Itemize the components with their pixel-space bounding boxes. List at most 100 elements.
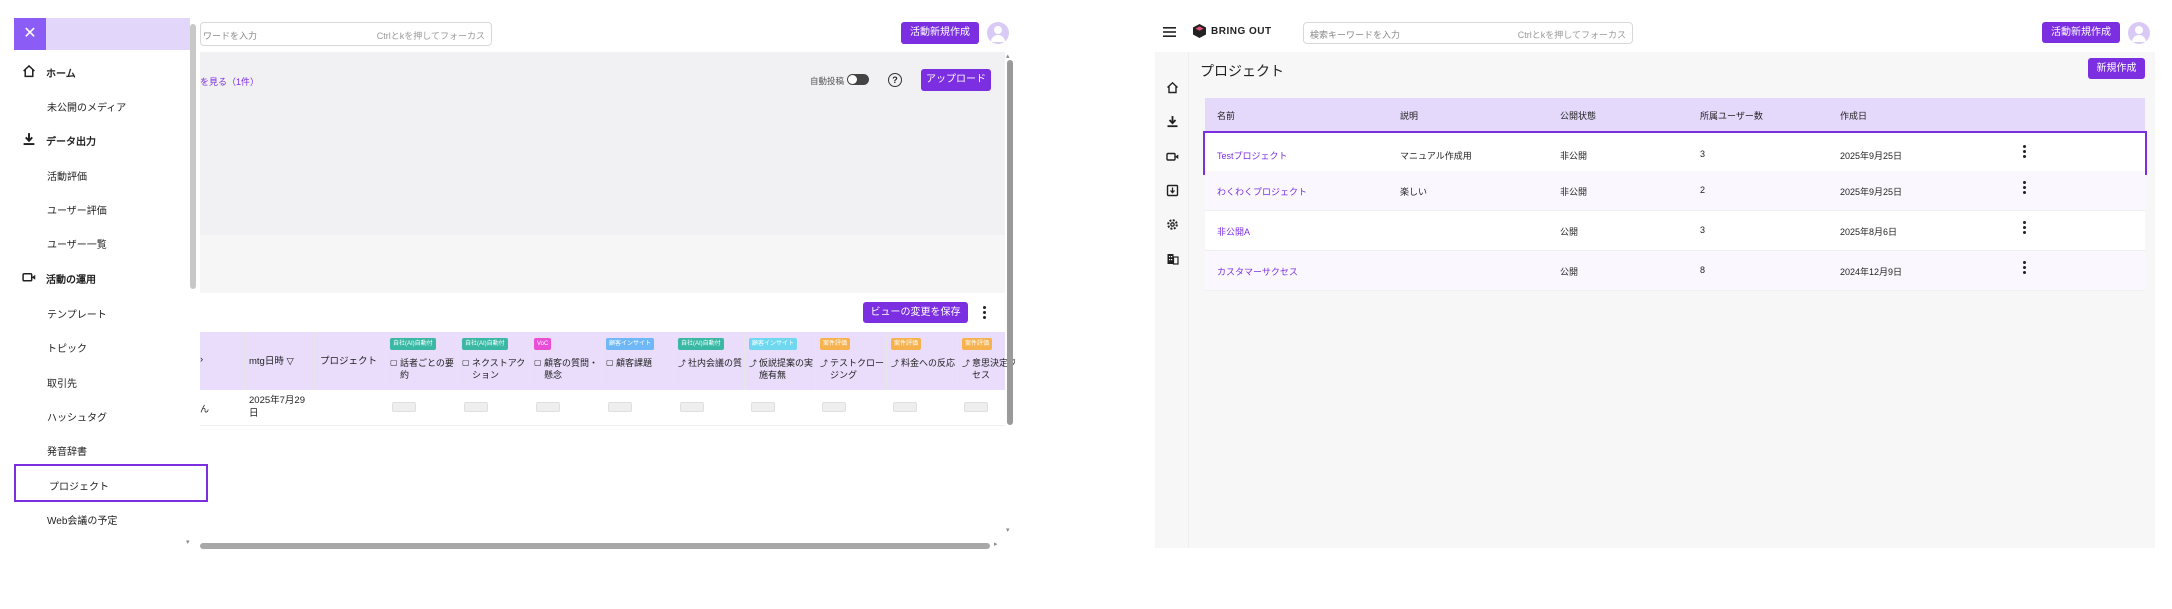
sidebar-item[interactable]: データ出力 xyxy=(14,126,190,152)
cell-placeholder[interactable] xyxy=(893,402,917,412)
cell-placeholder[interactable] xyxy=(822,402,846,412)
cell-placeholder[interactable] xyxy=(680,402,704,412)
video-icon xyxy=(22,270,36,284)
project-visibility: 公開 xyxy=(1560,267,1579,277)
sidebar-item[interactable]: 未公開のメディア xyxy=(14,92,190,118)
brand-logo-icon xyxy=(1193,24,1206,38)
search-shortcut-hint: Ctrlとkを押してフォーカス xyxy=(1517,30,1626,40)
sidebar-item-label: 未公開のメディア xyxy=(47,103,127,114)
save-view-button[interactable]: ビューの変更を保存 xyxy=(863,302,968,323)
sidebar-scrollbar[interactable] xyxy=(190,24,196,289)
home-icon[interactable] xyxy=(1166,81,1179,94)
scroll-down-arrow-icon[interactable]: ▾ xyxy=(1006,526,1010,534)
project-name-link[interactable]: Testプロジェクト xyxy=(1217,149,1288,162)
sidebar-item[interactable]: 活動の運用 xyxy=(14,264,190,290)
column-header[interactable]: 顧客課題 xyxy=(616,357,674,369)
column-header-mtg-date[interactable]: mtg日時 ▽ xyxy=(249,356,294,368)
cell-placeholder[interactable] xyxy=(464,402,488,412)
project-name-link[interactable]: 非公開A xyxy=(1217,225,1250,238)
menu-icon[interactable] xyxy=(1163,26,1176,38)
building-icon[interactable] xyxy=(1166,252,1179,265)
scroll-right-arrow-icon[interactable]: ▸ xyxy=(994,540,998,548)
table-row[interactable] xyxy=(200,390,1005,426)
sidebar-item[interactable]: 発音辞書 xyxy=(14,436,190,462)
project-name-link[interactable]: カスタマーサクセス xyxy=(1217,265,1298,278)
auto-post-toggle[interactable] xyxy=(847,74,869,85)
sidebar-item[interactable]: ハッシュタグ xyxy=(14,402,190,428)
column-header-description[interactable]: 説明 xyxy=(1400,109,1418,122)
sidebar-item-label: ハッシュタグ xyxy=(47,413,107,424)
horizontal-scrollbar[interactable] xyxy=(200,543,990,549)
download-icon[interactable] xyxy=(1166,115,1179,128)
new-activity-button[interactable]: 活動新規作成 xyxy=(901,22,979,44)
row-menu-icon[interactable] xyxy=(2023,181,2026,196)
close-icon[interactable]: ✕ xyxy=(14,18,46,50)
column-header[interactable]: 話者ごとの要約 xyxy=(400,357,458,381)
download-icon xyxy=(22,132,36,146)
vertical-scrollbar[interactable] xyxy=(1007,60,1013,425)
project-description: マニュアル作成用 xyxy=(1400,151,1472,161)
help-icon[interactable]: ? xyxy=(888,73,902,87)
doc-icon: ▢ xyxy=(534,358,542,367)
project-user-count: 8 xyxy=(1700,265,1706,275)
cell-placeholder[interactable] xyxy=(608,402,632,412)
cell-placeholder[interactable] xyxy=(536,402,560,412)
sidebar-item[interactable]: Web会議の予定 xyxy=(14,505,190,531)
column-header-user-count[interactable]: 所属ユーザー数 xyxy=(1700,109,1763,122)
sidebar-item[interactable]: ユーザー一覧 xyxy=(14,229,190,255)
column-header[interactable]: ネクストアクション xyxy=(472,357,530,381)
doc-icon: ▢ xyxy=(462,358,470,367)
column-header-project[interactable]: プロジェクト xyxy=(320,356,377,368)
video-icon[interactable] xyxy=(1166,150,1179,163)
scroll-down-arrow-icon[interactable]: ▾ xyxy=(186,538,190,546)
column-tag: 顧客インサイト xyxy=(749,338,798,350)
row-menu-icon[interactable] xyxy=(2023,145,2026,160)
sidebar-item[interactable]: ホーム xyxy=(14,58,190,84)
new-project-button[interactable]: 新規作成 xyxy=(2088,58,2145,79)
sidebar-item[interactable]: 取引先 xyxy=(14,368,190,394)
column-header-created[interactable]: 作成日 xyxy=(1840,109,1867,122)
column-tag: 顧客インサイト xyxy=(606,338,655,350)
project-name-link[interactable]: わくわくプロジェクト xyxy=(1217,185,1307,198)
project-created-date: 2025年8月6日 xyxy=(1840,227,1898,237)
sidebar-item[interactable]: 活動評価 xyxy=(14,161,190,187)
project-user-count: 3 xyxy=(1700,149,1706,159)
more-options-icon[interactable] xyxy=(983,306,986,321)
sidebar-item[interactable]: トピック xyxy=(14,333,190,359)
cell-placeholder[interactable] xyxy=(392,402,416,412)
row-menu-icon[interactable] xyxy=(2023,261,2026,276)
row-menu-icon[interactable] xyxy=(2023,221,2026,236)
table-row[interactable]: カスタマーサクセス 公開 8 2024年12月9日 xyxy=(1205,251,2145,291)
cell-placeholder[interactable] xyxy=(964,402,988,412)
upload-button[interactable]: アップロード xyxy=(921,69,991,91)
trend-icon: ⤴ xyxy=(678,359,686,368)
sidebar-item[interactable]: ユーザー評価 xyxy=(14,195,190,221)
sidebar-item-label: テンプレート xyxy=(47,310,107,321)
view-more-link[interactable]: を見る（1件） xyxy=(200,75,259,88)
search-input[interactable]: 検索キーワードを入力 Ctrlとkを押してフォーカス xyxy=(1303,22,1633,44)
column-header[interactable]: 料金への反応 xyxy=(901,357,959,369)
avatar[interactable] xyxy=(2128,22,2150,44)
column-tag: 自社(AI)自動付 xyxy=(390,338,436,350)
sidebar-item[interactable]: テンプレート xyxy=(14,299,190,325)
table-row[interactable]: わくわくプロジェクト 楽しい 非公開 2 2025年9月25日 xyxy=(1205,171,2145,211)
column-header-name[interactable]: 名前 xyxy=(1217,109,1235,122)
column-header[interactable]: 社内会議の質 xyxy=(688,357,746,369)
gear-icon[interactable] xyxy=(1166,218,1179,231)
avatar[interactable] xyxy=(987,22,1009,44)
table-row[interactable]: 非公開A 公開 3 2025年8月6日 xyxy=(1205,211,2145,251)
project-created-date: 2025年9月25日 xyxy=(1840,151,1903,161)
new-activity-button[interactable]: 活動新規作成 xyxy=(2042,22,2120,43)
sidebar-item-label: データ出力 xyxy=(46,137,96,148)
icon-sidebar xyxy=(1155,52,1189,548)
column-header[interactable]: テストクロージング xyxy=(830,357,888,381)
column-header[interactable]: 顧客の質問・懸念 xyxy=(544,357,602,381)
search-input[interactable]: ワードを入力 Ctrlとkを押してフォーカス xyxy=(200,22,492,46)
column-header-visibility[interactable]: 公開状態 xyxy=(1560,109,1596,122)
scroll-up-arrow-icon[interactable]: ▴ xyxy=(1006,52,1010,60)
table-row[interactable]: Testプロジェクト マニュアル作成用 非公開 3 2025年9月25日 xyxy=(1203,131,2147,175)
cell-placeholder[interactable] xyxy=(751,402,775,412)
upload-icon[interactable] xyxy=(1166,184,1179,197)
sidebar-item[interactable]: プロジェクト xyxy=(14,464,208,502)
column-header[interactable]: 仮説提案の実施有無 xyxy=(759,357,817,381)
